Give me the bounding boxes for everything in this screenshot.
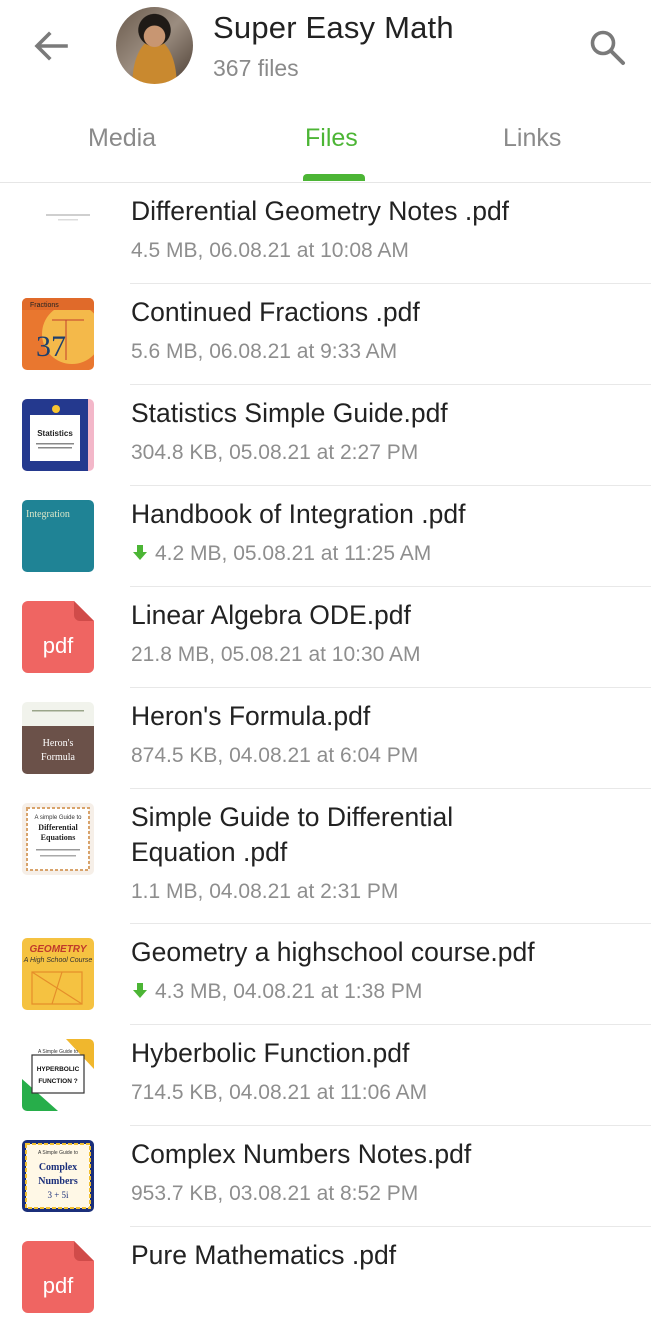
file-name: Complex Numbers Notes.pdf <box>131 1139 472 1169</box>
pdf-label: pdf <box>43 1273 74 1298</box>
tab-bar: Media Files Links <box>0 110 651 183</box>
arrow-left-icon[interactable] <box>30 28 70 64</box>
file-meta-text: 4.3 MB, 04.08.21 at 1:38 PM <box>155 980 423 1003</box>
file-count: 367 files <box>213 55 299 81</box>
file-meta: 4.5 MB, 06.08.21 at 10:08 AM <box>131 239 409 262</box>
file-meta: 4.2 MB, 05.08.21 at 11:25 AM <box>131 542 431 566</box>
file-name: Hyberbolic Function.pdf <box>131 1038 410 1068</box>
svg-text:3 + 5i: 3 + 5i <box>47 1190 69 1200</box>
file-name: Geometry a highschool course.pdf <box>131 937 535 967</box>
search-icon[interactable] <box>588 28 626 66</box>
file-meta: 304.8 KB, 05.08.21 at 2:27 PM <box>131 441 419 464</box>
file-thumbnail: Statistics <box>22 399 94 471</box>
pdf-label: pdf <box>43 633 74 658</box>
file-meta: 5.6 MB, 06.08.21 at 9:33 AM <box>131 340 398 363</box>
list-item[interactable]: Heron's Formula Heron's Formula.pdf 874.… <box>0 688 651 789</box>
list-item[interactable]: A Simple Guide to HYPERBOLIC FUNCTION ? … <box>0 1025 651 1126</box>
file-name: Linear Algebra ODE.pdf <box>131 600 411 630</box>
file-meta: 21.8 MB, 05.08.21 at 10:30 AM <box>131 643 421 666</box>
file-name-line1: Simple Guide to Differential <box>131 802 454 832</box>
file-meta: 953.7 KB, 03.08.21 at 8:52 PM <box>131 1182 419 1205</box>
active-tab-indicator <box>303 174 365 181</box>
thumb-text: Statistics <box>37 429 73 438</box>
svg-text:A High School Course: A High School Course <box>23 957 93 964</box>
file-thumbnail: A Simple Guide to HYPERBOLIC FUNCTION ? <box>22 1039 94 1111</box>
svg-text:37: 37 <box>36 330 66 363</box>
svg-text:A Simple Guide to: A Simple Guide to <box>38 1049 78 1055</box>
tab-media[interactable]: Media <box>88 124 156 153</box>
thumb-text: Fractions <box>30 302 59 309</box>
svg-text:Heron's: Heron's <box>43 738 74 749</box>
list-item[interactable]: Integration Handbook of Integration .pdf… <box>0 486 651 587</box>
list-item[interactable]: pdf Pure Mathematics .pdf <box>0 1227 651 1328</box>
list-item[interactable]: GEOMETRY A High School Course Geometry a… <box>0 924 651 1025</box>
pdf-file-icon: pdf <box>22 601 94 673</box>
file-meta-text: 4.2 MB, 05.08.21 at 11:25 AM <box>155 542 432 565</box>
file-name: Continued Fractions .pdf <box>131 297 420 327</box>
file-meta: 1.1 MB, 04.08.21 at 2:31 PM <box>131 880 399 903</box>
list-item[interactable]: Statistics Statistics Simple Guide.pdf 3… <box>0 385 651 486</box>
svg-text:Differential: Differential <box>38 823 78 832</box>
file-thumbnail: Fractions 37 <box>22 298 94 370</box>
file-name: Differential Geometry Notes .pdf <box>131 196 510 226</box>
file-name: Statistics Simple Guide.pdf <box>131 398 448 428</box>
download-arrow-icon <box>133 545 147 560</box>
file-thumbnail <box>22 197 94 269</box>
file-thumbnail: GEOMETRY A High School Course <box>22 938 94 1010</box>
thumb-text: GEOMETRY <box>29 944 87 955</box>
svg-text:A simple Guide to: A simple Guide to <box>34 815 82 821</box>
svg-text:A Simple Guide to: A Simple Guide to <box>38 1150 78 1156</box>
list-item[interactable]: A simple Guide to Differential Equations… <box>0 789 651 924</box>
svg-text:FUNCTION ?: FUNCTION ? <box>38 1078 77 1085</box>
file-meta: 714.5 KB, 04.08.21 at 11:06 AM <box>131 1081 428 1104</box>
file-meta: 874.5 KB, 04.08.21 at 6:04 PM <box>131 744 419 767</box>
svg-text:Formula: Formula <box>41 752 75 763</box>
file-thumbnail: A Simple Guide to Complex Numbers 3 + 5i <box>22 1140 94 1212</box>
avatar[interactable] <box>116 7 193 84</box>
file-thumbnail: Integration <box>22 500 94 572</box>
file-list: Differential Geometry Notes .pdf 4.5 MB,… <box>0 183 651 1328</box>
page-title: Super Easy Math <box>213 10 454 45</box>
thumb-text: Integration <box>26 509 70 520</box>
tab-links[interactable]: Links <box>503 124 561 153</box>
file-name: Heron's Formula.pdf <box>131 701 371 731</box>
svg-text:Complex: Complex <box>39 1162 77 1173</box>
download-arrow-icon <box>133 983 147 998</box>
list-item[interactable]: A Simple Guide to Complex Numbers 3 + 5i… <box>0 1126 651 1227</box>
file-name: Pure Mathematics .pdf <box>131 1240 397 1270</box>
file-name-line2: Equation .pdf <box>131 837 288 867</box>
chat-header: Super Easy Math 367 files <box>0 0 651 110</box>
svg-text:Numbers: Numbers <box>38 1176 78 1187</box>
file-thumbnail: A simple Guide to Differential Equations <box>22 803 94 875</box>
svg-text:HYPERBOLIC: HYPERBOLIC <box>37 1066 80 1073</box>
list-item[interactable]: Differential Geometry Notes .pdf 4.5 MB,… <box>0 183 651 284</box>
file-meta: 4.3 MB, 04.08.21 at 1:38 PM <box>131 980 422 1004</box>
pdf-file-icon: pdf <box>22 1241 94 1313</box>
tab-files[interactable]: Files <box>305 124 358 153</box>
list-item[interactable]: pdf Linear Algebra ODE.pdf 21.8 MB, 05.0… <box>0 587 651 688</box>
svg-text:Equations: Equations <box>41 833 76 842</box>
file-thumbnail: Heron's Formula <box>22 702 94 774</box>
file-name: Handbook of Integration .pdf <box>131 499 466 529</box>
list-item[interactable]: Fractions 37 Continued Fractions .pdf 5.… <box>0 284 651 385</box>
